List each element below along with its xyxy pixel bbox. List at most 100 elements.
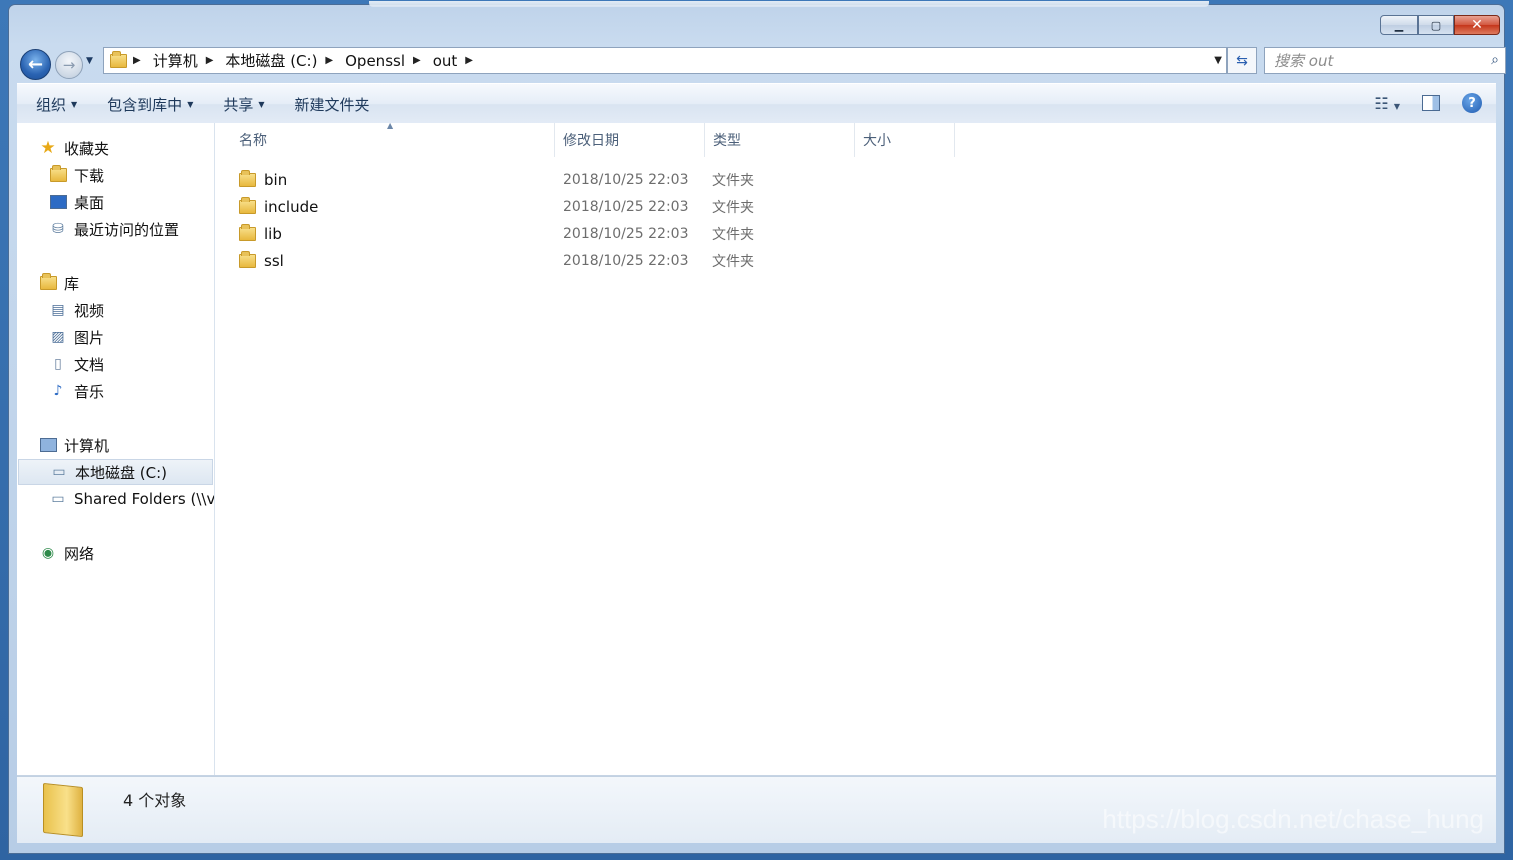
nav-label: 文档 [74, 355, 105, 374]
back-button[interactable]: ← [20, 49, 51, 80]
nav-local-disk[interactable]: ▭ 本地磁盘 (C:) [18, 459, 213, 485]
search-icon[interactable]: ⌕ [1491, 52, 1499, 68]
downloads-folder-icon [49, 165, 67, 184]
include-in-library-label: 包含到库中 [107, 95, 183, 114]
column-header-name[interactable]: ▲ 名称 [215, 121, 555, 157]
nav-label: 下载 [74, 166, 105, 185]
preview-pane-icon[interactable] [1422, 95, 1440, 111]
file-type: 文件夹 [712, 253, 754, 270]
nav-label: Shared Folders (\\v [74, 490, 215, 508]
maximize-button[interactable]: ▢ [1418, 15, 1454, 35]
titlebar-highlight [369, 1, 1209, 7]
forward-button[interactable]: → [55, 51, 83, 79]
include-in-library-menu[interactable]: 包含到库中 ▼ [96, 94, 204, 115]
breadcrumb-computer[interactable]: 计算机 [153, 50, 198, 71]
nav-documents[interactable]: ▯ 文档 [49, 351, 104, 377]
computer-icon [39, 436, 57, 454]
nav-shared-folders[interactable]: ▭ Shared Folders (\\v [49, 486, 215, 512]
documents-icon: ▯ [54, 356, 62, 372]
file-modified: 2018/10/25 22:03 [563, 198, 689, 215]
address-dropdown-icon[interactable]: ▼ [1214, 55, 1222, 66]
recent-pages-button[interactable]: ▼ [86, 56, 93, 66]
search-input[interactable]: 搜索 out ⌕ [1264, 47, 1506, 74]
caption-buttons: ▁ ▢ ✕ [1380, 15, 1500, 35]
breadcrumb-separator[interactable]: ▶ [325, 55, 333, 66]
new-folder-label: 新建文件夹 [294, 95, 370, 114]
file-name: ssl [264, 251, 284, 270]
breadcrumb-separator[interactable]: ▶ [465, 55, 473, 66]
minimize-button[interactable]: ▁ [1380, 15, 1418, 35]
hard-drive-icon: ▭ [52, 464, 66, 480]
navigation-row: ← → ▼ ▶ 计算机 ▶ 本地磁盘 (C:) ▶ Openssl ▶ out … [19, 47, 1506, 80]
music-icon: ♪ [53, 383, 63, 399]
details-pane: 4 个对象 https://blog.csdn.net/chase_hung [17, 776, 1496, 843]
explorer-window: ▁ ▢ ✕ ← → ▼ ▶ 计算机 ▶ 本地磁盘 (C:) ▶ Openssl … [8, 1, 1506, 854]
watermark: https://blog.csdn.net/chase_hung [1102, 804, 1484, 834]
refresh-button[interactable]: ⇆ [1227, 47, 1257, 74]
nav-label: 本地磁盘 (C:) [75, 463, 167, 482]
network-icon: ◉ [41, 545, 55, 561]
breadcrumb-separator[interactable]: ▶ [206, 55, 214, 66]
column-header-size[interactable]: 大小 [855, 123, 955, 157]
nav-downloads[interactable]: 下载 [49, 162, 104, 188]
libraries-icon [39, 273, 57, 292]
nav-network[interactable]: ◉ 网络 [39, 540, 94, 566]
chevron-down-icon: ▼ [187, 99, 194, 109]
share-menu[interactable]: 共享 ▼ [212, 94, 275, 115]
search-placeholder: 搜索 out [1274, 52, 1334, 70]
nav-pictures[interactable]: ▨ 图片 [49, 324, 104, 350]
video-icon: ▤ [51, 302, 65, 318]
star-icon: ★ [40, 138, 56, 158]
column-label: 大小 [863, 133, 891, 149]
organize-menu[interactable]: 组织 ▼ [25, 94, 88, 115]
content-area: ★ 收藏夹 下载 桌面 ⛁ 最近访问的位置 库 ▤ 视频 ▨ 图片 ▯ 文档 ♪… [17, 121, 1496, 776]
sort-ascending-icon: ▲ [387, 121, 394, 130]
breadcrumb-openssl[interactable]: Openssl [345, 52, 405, 70]
navigation-pane[interactable]: ★ 收藏夹 下载 桌面 ⛁ 最近访问的位置 库 ▤ 视频 ▨ 图片 ▯ 文档 ♪… [17, 123, 215, 775]
breadcrumb-separator[interactable]: ▶ [413, 55, 421, 66]
breadcrumb-separator[interactable]: ▶ [133, 55, 141, 66]
address-bar[interactable]: ▶ 计算机 ▶ 本地磁盘 (C:) ▶ Openssl ▶ out ▶ ▼ [103, 47, 1227, 74]
desktop-icon [49, 193, 67, 211]
breadcrumb-local-disk[interactable]: 本地磁盘 (C:) [225, 50, 317, 71]
view-controls: ☷ ▼ ? [1374, 93, 1482, 113]
help-icon[interactable]: ? [1462, 93, 1482, 113]
folder-icon [239, 169, 256, 187]
file-name: lib [264, 224, 282, 243]
close-button[interactable]: ✕ [1454, 15, 1500, 35]
nav-music[interactable]: ♪ 音乐 [49, 378, 104, 404]
recent-places-icon: ⛁ [52, 221, 64, 237]
nav-label: 库 [64, 274, 80, 293]
view-options-icon[interactable]: ☷ ▼ [1374, 94, 1400, 113]
nav-favorites[interactable]: ★ 收藏夹 [39, 135, 109, 161]
file-modified: 2018/10/25 22:03 [563, 252, 689, 269]
nav-videos[interactable]: ▤ 视频 [49, 297, 104, 323]
nav-label: 收藏夹 [64, 139, 110, 158]
pictures-icon: ▨ [51, 329, 65, 345]
column-label: 名称 [239, 133, 267, 149]
breadcrumb-out[interactable]: out [433, 52, 458, 70]
column-label: 修改日期 [563, 133, 619, 149]
column-header-type[interactable]: 类型 [705, 123, 855, 157]
folder-icon [43, 782, 83, 838]
file-modified: 2018/10/25 22:03 [563, 171, 689, 188]
network-drive-icon: ▭ [51, 491, 65, 507]
nav-label: 桌面 [74, 193, 105, 212]
column-label: 类型 [713, 133, 741, 149]
folder-icon [110, 50, 127, 68]
nav-label: 图片 [74, 328, 105, 347]
file-list[interactable]: ▲ 名称 修改日期 类型 大小 bin 2018/10/25 22:03 文件夹 [215, 121, 1496, 775]
file-type: 文件夹 [712, 199, 754, 216]
nav-computer[interactable]: 计算机 [39, 432, 109, 458]
nav-recent-places[interactable]: ⛁ 最近访问的位置 [49, 216, 179, 242]
chevron-down-icon: ▼ [71, 99, 78, 109]
nav-desktop[interactable]: 桌面 [49, 189, 104, 215]
item-count: 4 个对象 [123, 791, 187, 810]
new-folder-button[interactable]: 新建文件夹 [284, 94, 381, 115]
folder-icon [239, 196, 256, 214]
column-header-modified[interactable]: 修改日期 [555, 123, 705, 157]
file-name: bin [264, 170, 288, 189]
command-bar: 组织 ▼ 包含到库中 ▼ 共享 ▼ 新建文件夹 ☷ ▼ ? [17, 83, 1496, 125]
folder-icon [239, 250, 256, 268]
nav-libraries[interactable]: 库 [39, 270, 79, 296]
